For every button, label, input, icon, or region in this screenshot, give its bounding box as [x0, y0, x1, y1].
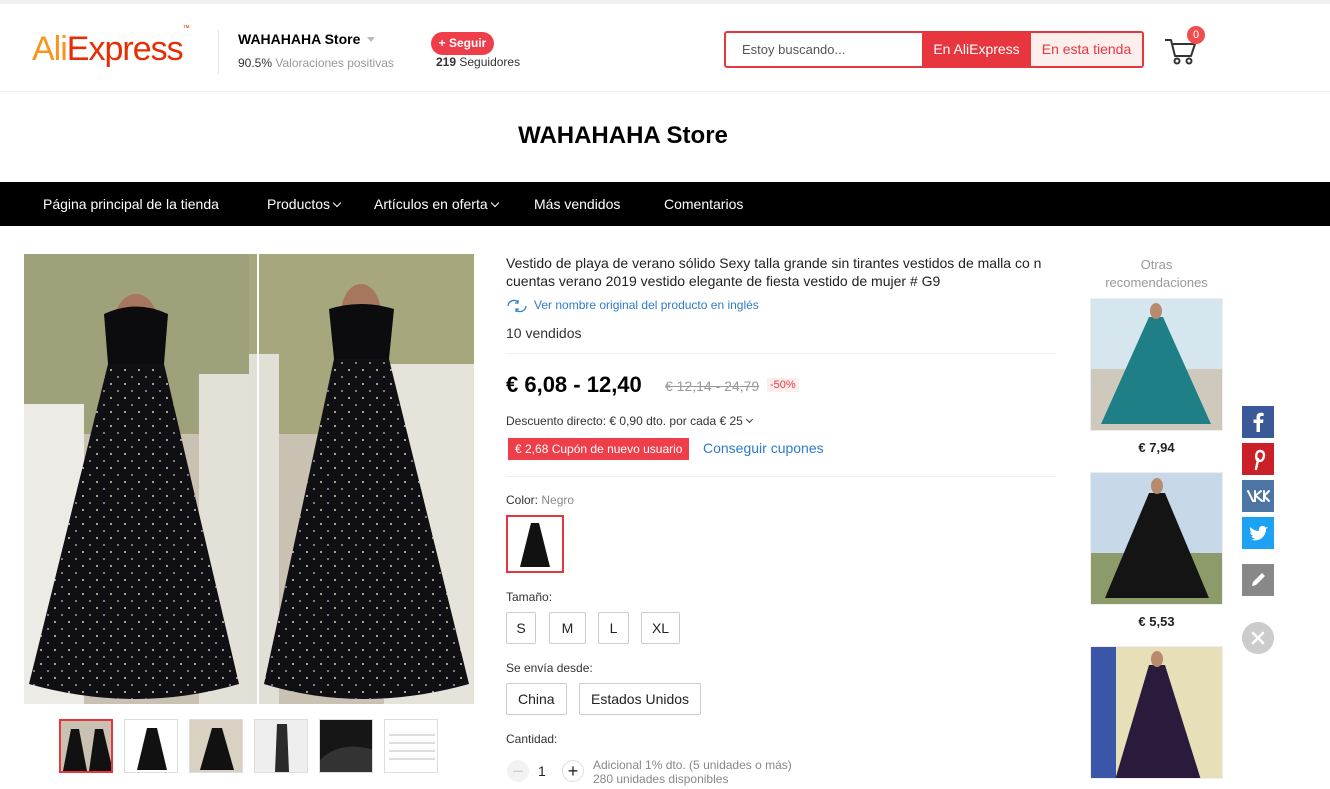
nav-item-home[interactable]: Página principal de la tienda — [43, 182, 219, 226]
thumbnail[interactable] — [189, 719, 243, 773]
product-title: Vestido de playa de verano sólido Sexy t… — [506, 255, 1042, 289]
quantity-decrease-button[interactable]: – — [507, 760, 529, 782]
store-rating: 90.5% Valoraciones positivas — [238, 56, 394, 70]
pinterest-icon[interactable] — [1242, 443, 1274, 475]
store-nav: Página principal de la tienda Productos … — [0, 182, 1330, 226]
divider — [506, 476, 1056, 477]
recommendation-price: € 7,94 — [1138, 440, 1175, 455]
color-option-black[interactable] — [506, 515, 564, 573]
new-user-coupon[interactable]: € 2,68 Cupón de nuevo usuario — [508, 438, 690, 460]
followers-count: 219 Seguidores — [436, 55, 521, 69]
quantity-label: Cantidad: — [506, 732, 558, 746]
dress-photo — [24, 254, 474, 704]
follow-button[interactable]: + Seguir — [431, 32, 494, 55]
thumbnail[interactable] — [319, 719, 373, 773]
search-aliexpress-button[interactable]: En AliExpress — [922, 33, 1031, 66]
quantity-increase-button[interactable]: + — [562, 760, 584, 782]
close-icon[interactable] — [1242, 622, 1274, 654]
aliexpress-logo[interactable]: AliExpress™ — [32, 25, 190, 69]
discount-badge: -50% — [767, 378, 799, 392]
header-divider — [218, 30, 219, 74]
cart-count-badge: 0 — [1187, 26, 1205, 44]
color-label: Color: Negro — [506, 493, 575, 507]
ship-option-usa[interactable]: Estados Unidos — [579, 683, 702, 715]
thumbnail[interactable] — [124, 719, 178, 773]
translate-icon — [507, 299, 527, 312]
recommendation-image[interactable] — [1090, 472, 1223, 605]
quantity-value[interactable]: 1 — [538, 763, 546, 779]
search-store-button[interactable]: En esta tienda — [1031, 33, 1142, 66]
size-label: Tamaño: — [506, 590, 553, 604]
direct-discount[interactable]: Descuento directo: € 0,90 dto. por cada … — [506, 414, 753, 428]
recommendations-title: Otras recomendaciones — [1105, 257, 1208, 290]
edit-icon[interactable] — [1242, 564, 1274, 596]
original-price: € 12,14 - 24,79 — [665, 378, 760, 394]
main-product-image[interactable] — [24, 254, 474, 704]
translate-link[interactable]: Ver nombre original del producto en ingl… — [506, 298, 759, 313]
store-banner-title: WAHAHAHA Store — [518, 122, 728, 149]
ship-from-label: Se envía desde: — [506, 661, 593, 675]
chevron-down-icon[interactable] — [367, 37, 375, 42]
product-price: € 6,08 - 12,40 — [506, 372, 642, 397]
ship-option-china[interactable]: China — [506, 683, 567, 715]
size-option-l[interactable]: L — [598, 612, 629, 644]
divider — [506, 353, 1056, 354]
thumbnail[interactable] — [384, 719, 438, 773]
vk-icon[interactable] — [1242, 480, 1274, 512]
size-option-s[interactable]: S — [506, 612, 536, 644]
size-option-m[interactable]: M — [549, 612, 586, 644]
chevron-down-icon — [745, 415, 753, 424]
get-coupons-link[interactable]: Conseguir cupones — [703, 440, 824, 456]
recommendation-price: € 5,53 — [1138, 614, 1175, 629]
store-name[interactable]: WAHAHAHA Store — [238, 31, 360, 47]
sold-count: 10 vendidos — [506, 325, 582, 341]
thumbnail[interactable] — [254, 719, 308, 773]
search-bar: En AliExpress En esta tienda — [724, 31, 1144, 68]
thumbnail[interactable] — [59, 719, 113, 773]
facebook-icon[interactable] — [1242, 406, 1274, 438]
recommendation-image[interactable] — [1090, 298, 1223, 431]
search-input[interactable] — [726, 33, 922, 66]
quantity-info: Adicional 1% dto. (5 unidades o más) 280 … — [593, 758, 792, 786]
nav-item-products[interactable]: Productos — [267, 182, 342, 226]
size-option-xl[interactable]: XL — [641, 612, 680, 644]
nav-item-bestsellers[interactable]: Más vendidos — [534, 182, 620, 226]
twitter-icon[interactable] — [1242, 517, 1274, 549]
nav-item-deals[interactable]: Artículos en oferta — [374, 182, 499, 226]
chevron-down-icon — [490, 198, 499, 208]
chevron-down-icon — [332, 198, 342, 208]
nav-item-reviews[interactable]: Comentarios — [664, 182, 743, 226]
recommendation-image[interactable] — [1090, 646, 1223, 779]
top-header: AliExpress™ WAHAHAHA Store 90.5% Valorac… — [0, 0, 1330, 92]
